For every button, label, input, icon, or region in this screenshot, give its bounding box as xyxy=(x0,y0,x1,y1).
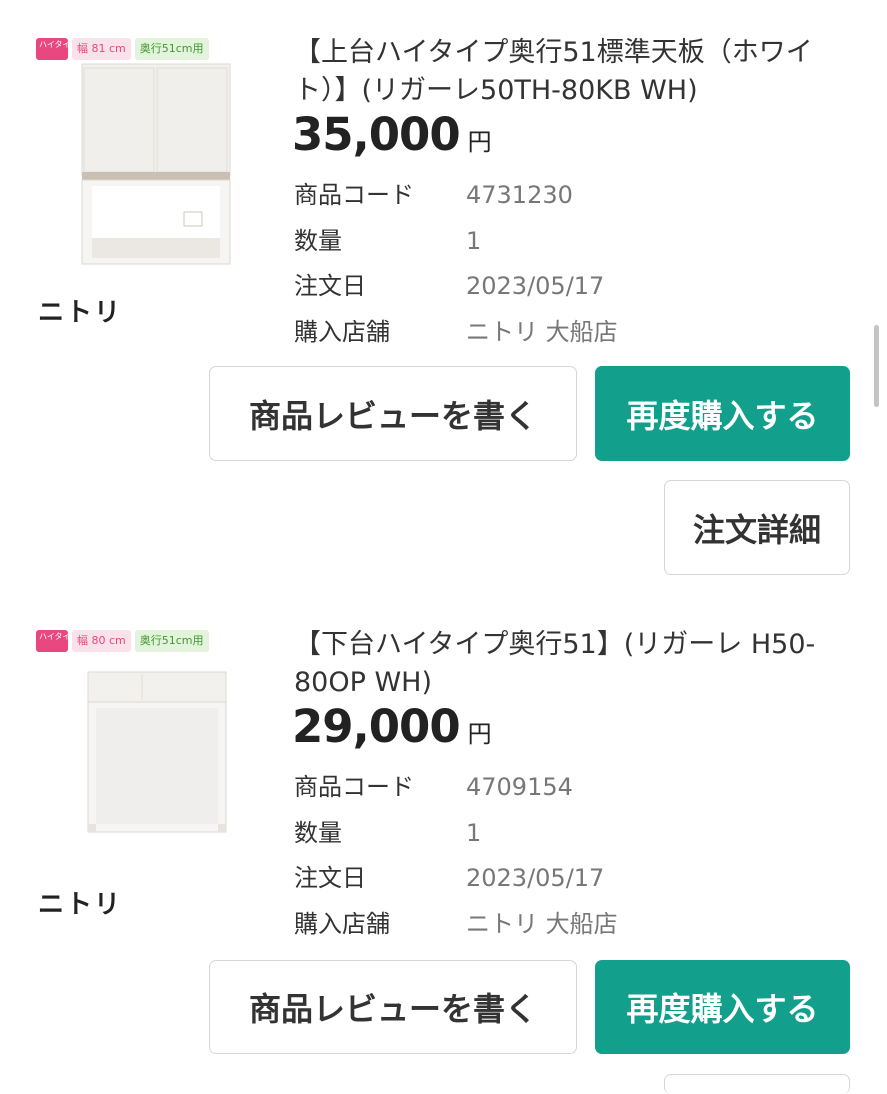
order-date-label: 注文日 xyxy=(294,864,366,892)
quantity-row: 数量 1 xyxy=(294,221,481,256)
price: 29,000 円 xyxy=(292,700,492,753)
store-row: 購入店舗 ニトリ 大船店 xyxy=(294,312,618,347)
store-value: ニトリ 大船店 xyxy=(466,318,618,346)
order-date-label: 注文日 xyxy=(294,272,366,300)
quantity-row: 数量 1 xyxy=(294,813,481,848)
store-row: 購入店舗 ニトリ 大船店 xyxy=(294,904,618,939)
order-detail-button-partial[interactable] xyxy=(664,1074,850,1094)
order-item-1: ハイタイプ 幅 81 cm 奥行51cm用 ニトリ 【上台ハイタイプ奥行51標準… xyxy=(0,0,887,590)
product-code-row: 商品コード 4709154 xyxy=(294,767,573,802)
depth-badge: 奥行51cm用 xyxy=(134,38,209,60)
yen-unit: 円 xyxy=(467,720,492,748)
order-detail-button[interactable]: 注文詳細 xyxy=(664,480,850,575)
order-date-value: 2023/05/17 xyxy=(466,272,605,300)
width-badge: 幅 80 cm xyxy=(72,630,131,652)
product-badges: ハイタイプ 幅 80 cm 奥行51cm用 xyxy=(36,630,209,652)
product-title[interactable]: 【上台ハイタイプ奥行51標準天板（ホワイト）】(リガーレ50TH-80KB WH… xyxy=(294,34,834,110)
store-label: 購入店舗 xyxy=(294,318,390,346)
scrollbar[interactable] xyxy=(874,325,879,407)
product-code-row: 商品コード 4731230 xyxy=(294,175,573,210)
price: 35,000 円 xyxy=(292,108,492,161)
quantity-label: 数量 xyxy=(294,819,342,847)
type-badge: ハイタイプ xyxy=(36,630,79,652)
product-code-value: 4731230 xyxy=(466,181,573,209)
price-value: 29,000 xyxy=(292,700,461,753)
order-date-value: 2023/05/17 xyxy=(466,864,605,892)
write-review-button[interactable]: 商品レビューを書く xyxy=(209,366,577,461)
product-code-label: 商品コード xyxy=(294,181,414,209)
product-image[interactable] xyxy=(36,62,236,272)
product-image[interactable] xyxy=(36,668,236,838)
depth-badge: 奥行51cm用 xyxy=(134,630,209,652)
type-badge: ハイタイプ xyxy=(36,38,79,60)
price-value: 35,000 xyxy=(292,108,461,161)
lower-cabinet-illustration xyxy=(87,671,227,833)
brand-name: ニトリ xyxy=(38,298,123,328)
order-date-row: 注文日 2023/05/17 xyxy=(294,266,604,301)
product-title[interactable]: 【下台ハイタイプ奥行51】(リガーレ H50-80OP WH) xyxy=(294,626,834,702)
store-value: ニトリ 大船店 xyxy=(466,910,618,938)
product-code-value: 4709154 xyxy=(466,773,573,801)
upper-cabinet-illustration xyxy=(81,63,231,265)
product-code-label: 商品コード xyxy=(294,773,414,801)
yen-unit: 円 xyxy=(467,128,492,156)
store-label: 購入店舗 xyxy=(294,910,390,938)
quantity-label: 数量 xyxy=(294,227,342,255)
rebuy-button[interactable]: 再度購入する xyxy=(595,960,850,1054)
write-review-button[interactable]: 商品レビューを書く xyxy=(209,960,577,1054)
rebuy-button[interactable]: 再度購入する xyxy=(595,366,850,461)
order-item-2: ハイタイプ 幅 80 cm 奥行51cm用 ニトリ 【下台ハイタイプ奥行51】(… xyxy=(0,592,887,1094)
product-badges: ハイタイプ 幅 81 cm 奥行51cm用 xyxy=(36,38,209,60)
brand-name: ニトリ xyxy=(38,890,123,920)
order-date-row: 注文日 2023/05/17 xyxy=(294,858,604,893)
quantity-value: 1 xyxy=(466,819,482,847)
quantity-value: 1 xyxy=(466,227,482,255)
width-badge: 幅 81 cm xyxy=(72,38,131,60)
